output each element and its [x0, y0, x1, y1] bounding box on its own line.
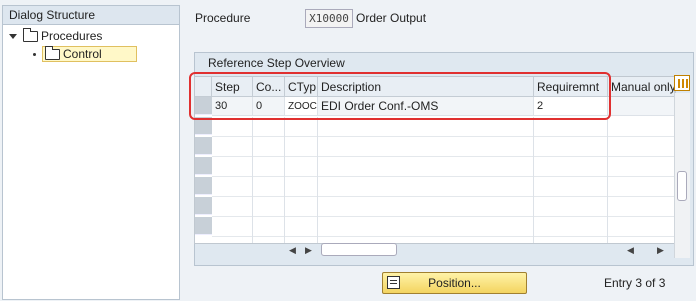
column-divider — [533, 117, 534, 243]
scroll-left-icon[interactable]: ◀ — [289, 245, 296, 256]
column-divider — [284, 117, 285, 243]
position-icon — [387, 276, 400, 289]
entry-counter: Entry 3 of 3 — [604, 276, 666, 290]
dialog-structure-panel: Dialog Structure Procedures Control — [2, 5, 180, 300]
procedure-label: Procedure — [195, 11, 251, 25]
row-selector[interactable] — [195, 157, 212, 175]
column-divider — [607, 117, 608, 243]
table-row — [212, 117, 675, 137]
cell-manual-only[interactable] — [608, 97, 675, 116]
highlight-box — [189, 72, 611, 120]
column-header-manual-only[interactable]: Manual only — [608, 77, 675, 97]
tree-node-control[interactable]: Control — [33, 46, 137, 62]
column-divider — [317, 117, 318, 243]
row-selector[interactable] — [195, 197, 212, 215]
dialog-structure-title: Dialog Structure — [3, 6, 179, 25]
table-row — [212, 217, 675, 237]
scroll-right-icon[interactable]: ▶ — [305, 245, 312, 256]
expand-triangle-icon[interactable] — [9, 34, 17, 40]
table-row — [212, 177, 675, 197]
row-selector[interactable] — [195, 137, 212, 155]
bullet-icon — [33, 53, 36, 57]
position-button-label: Position... — [428, 276, 481, 290]
vertical-scrollbar[interactable] — [674, 93, 690, 258]
column-settings-icon[interactable] — [674, 75, 690, 91]
row-selector[interactable] — [195, 177, 212, 195]
procedure-description: Order Output — [356, 11, 427, 25]
scroll-left-icon[interactable]: ◀ — [627, 245, 634, 256]
scrollbar-thumb[interactable] — [321, 243, 397, 256]
table-row — [212, 157, 675, 177]
tree-node-selected[interactable]: Control — [42, 46, 137, 62]
tree-node-label: Control — [63, 47, 102, 61]
procedure-code-field: X10000 — [305, 9, 353, 28]
table-row — [212, 197, 675, 217]
row-selector[interactable] — [195, 217, 212, 235]
folder-open-icon — [45, 46, 60, 61]
scrollbar-thumb[interactable] — [677, 171, 687, 201]
folder-icon — [23, 28, 38, 43]
tree-node-label: Procedures — [41, 29, 103, 43]
horizontal-scrollbar[interactable]: ◀ ▶ ◀ ▶ — [285, 243, 670, 257]
column-divider — [252, 117, 253, 243]
group-title: Reference Step Overview — [208, 56, 345, 70]
scroll-right-icon[interactable]: ▶ — [657, 245, 664, 256]
position-button[interactable]: Position... — [382, 272, 527, 294]
table-row — [212, 137, 675, 157]
tree-node-procedures[interactable]: Procedures — [9, 28, 102, 44]
